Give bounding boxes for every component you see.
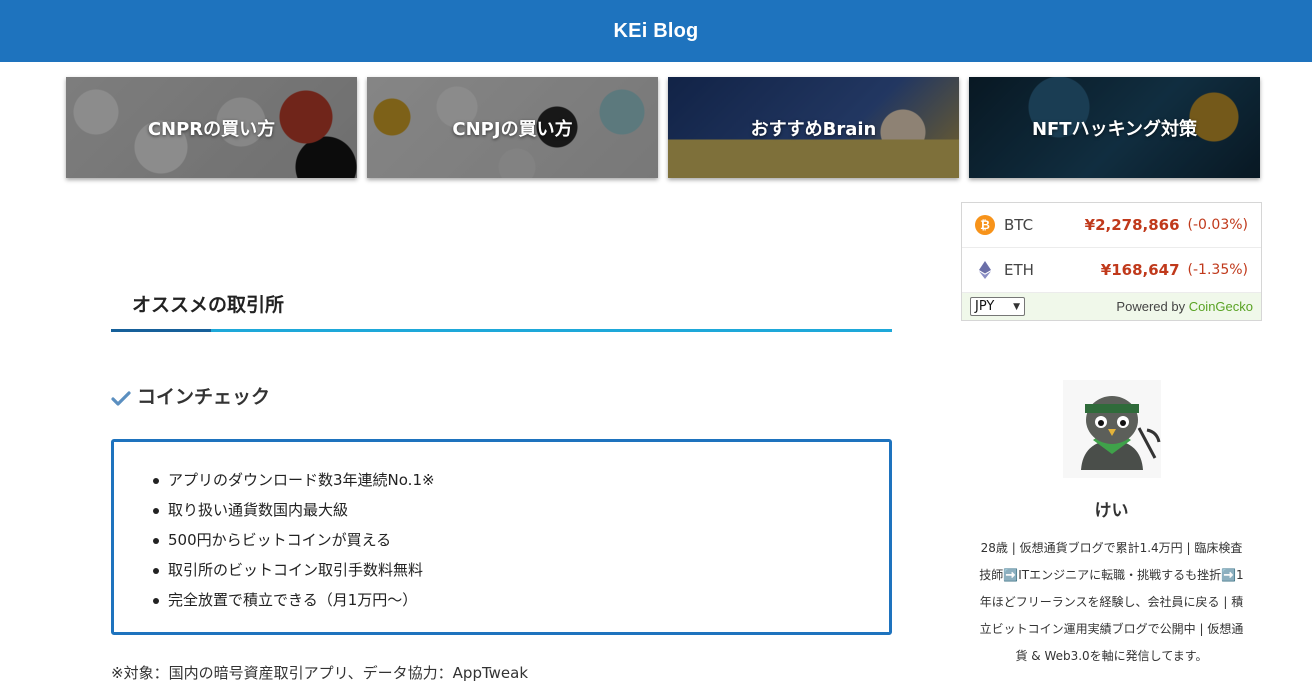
feature-list-box: アプリのダウンロード数3年連続No.1※ 取り扱い通貨数国内最大級 500円から… [111, 439, 892, 635]
nav-card-label: CNPJの買い方 [452, 118, 573, 140]
currency-value: JPY [975, 299, 995, 314]
author-bio: 28歳 | 仮想通貨ブログで累計1.4万円 | 臨床検査技師➡️ITエンジニアに… [979, 541, 1244, 663]
nav-card-label: CNPRの買い方 [147, 118, 276, 140]
section-heading: オススメの取引所 [132, 294, 285, 316]
author-name: けい [1094, 501, 1129, 521]
data-source-note: ※対象：国内の暗号資産取引アプリ、データ協力：AppTweak [111, 664, 529, 682]
coingecko-brand: CoinGecko [1188, 299, 1253, 314]
feature-list: アプリのダウンロード数3年連続No.1※ 取り扱い通貨数国内最大級 500円から… [152, 466, 889, 616]
exchange-heading-row: コインチェック [111, 382, 892, 409]
nav-card-label: NFTハッキング対策 [1031, 118, 1198, 140]
ethereum-icon [975, 260, 995, 280]
powered-by-link[interactable]: Powered by CoinGecko [1116, 299, 1253, 314]
article-content: オススメの取引所 コインチェック アプリのダウンロード数3年連続No.1※ 取り… [111, 280, 892, 683]
crypto-price-widget: ₿ BTC ¥2,278,866 (-0.03%) ETH ¥168,647 (… [961, 202, 1262, 321]
site-header: KEi Blog [0, 0, 1312, 62]
currency-select[interactable]: JPY ▼ [970, 297, 1025, 316]
list-item: 取引所のビットコイン取引手数料無料 [152, 556, 889, 586]
avatar [1062, 380, 1161, 478]
list-item: 取り扱い通貨数国内最大級 [152, 496, 889, 526]
nav-card-brain[interactable]: おすすめBrain [668, 77, 959, 178]
nav-card-label: おすすめBrain [750, 118, 877, 140]
site-title-link[interactable]: KEi Blog [614, 20, 699, 43]
coin-change: (-0.03%) [1187, 217, 1248, 233]
widget-footer: JPY ▼ Powered by CoinGecko [962, 293, 1261, 320]
list-item: 500円からビットコインが買える [152, 526, 889, 556]
list-item: アプリのダウンロード数3年連続No.1※ [152, 466, 889, 496]
coin-change: (-1.35%) [1187, 262, 1248, 278]
featured-nav-cards: CNPRの買い方 CNPJの買い方 おすすめBrain NFTハッキング対策 [66, 77, 1260, 178]
price-row-eth[interactable]: ETH ¥168,647 (-1.35%) [962, 248, 1261, 293]
author-profile: けい 28歳 | 仮想通貨ブログで累計1.4万円 | 臨床検査技師➡️ITエンジ… [961, 380, 1262, 670]
coin-symbol: ETH [1004, 261, 1034, 279]
list-item: 完全放置で積立できる（月1万円〜） [152, 586, 889, 616]
nav-card-nft-hacking[interactable]: NFTハッキング対策 [969, 77, 1260, 178]
heading-underline [111, 329, 892, 332]
nav-card-cnpr[interactable]: CNPRの買い方 [66, 77, 357, 178]
exchange-heading: コインチェック [137, 386, 271, 408]
coin-price: ¥168,647 [1100, 261, 1180, 279]
powered-by-label: Powered by [1116, 299, 1189, 314]
coin-symbol: BTC [1004, 216, 1034, 234]
price-row-btc[interactable]: ₿ BTC ¥2,278,866 (-0.03%) [962, 203, 1261, 248]
chevron-down-icon: ▼ [1013, 301, 1020, 312]
coin-price: ¥2,278,866 [1084, 216, 1180, 234]
nav-card-cnpj[interactable]: CNPJの買い方 [367, 77, 658, 178]
bitcoin-icon: ₿ [975, 215, 995, 235]
checkmark-icon [111, 388, 131, 408]
